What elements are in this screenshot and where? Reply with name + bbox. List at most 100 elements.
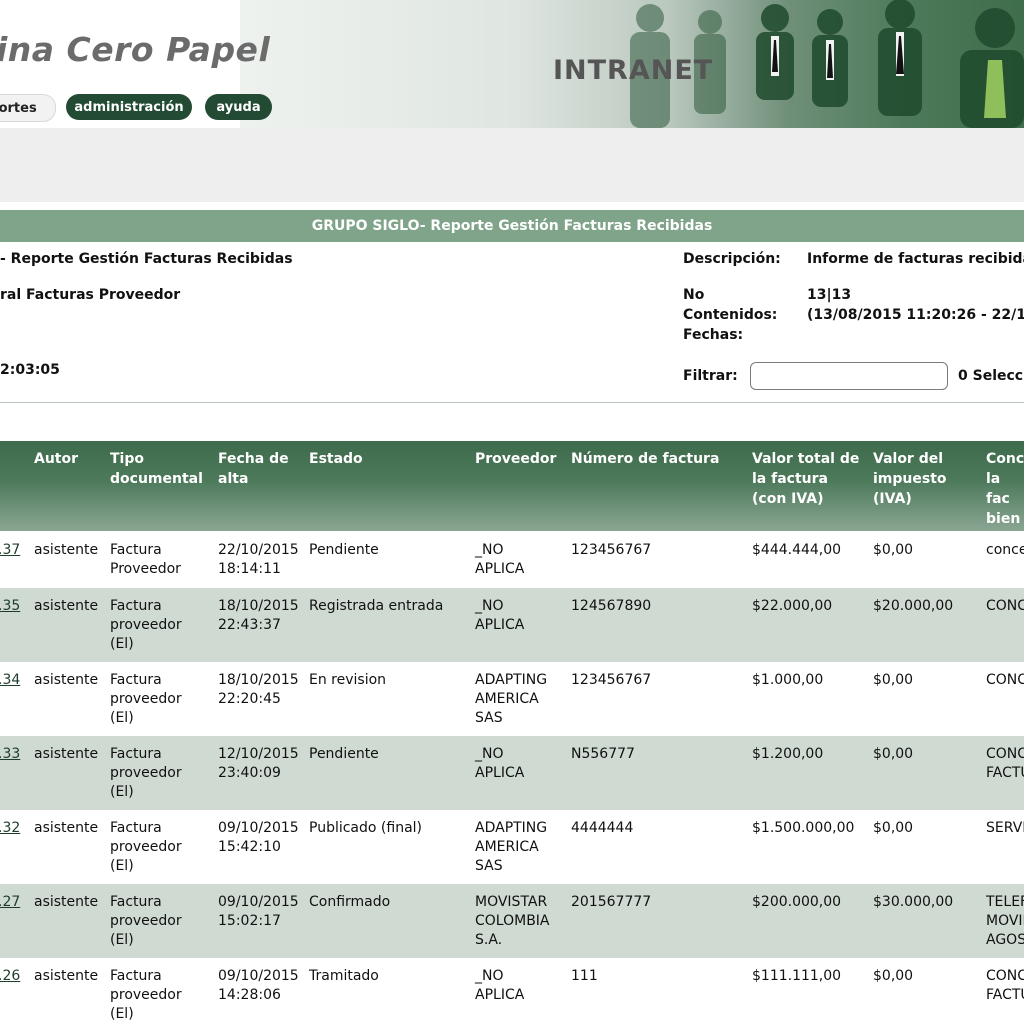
cell-estado: Tramitado	[309, 968, 379, 984]
cell-proveedor-line: S.A.	[475, 932, 503, 948]
table-row[interactable]: .34 asistente Factura proveedor (El) 18/10/20…	[0, 662, 1024, 736]
cell-valor-total: $1.000,00	[752, 672, 824, 688]
col-header-autor-text: Autor	[34, 451, 79, 467]
cell-fecha-line: 14:28:06	[218, 987, 281, 1003]
cell-concepto-line: CONC	[986, 968, 1024, 984]
cell-tipo-line: proveedor	[110, 617, 182, 633]
cell-proveedor-line: APLICA	[475, 987, 525, 1003]
cell-concepto-line: FACTU	[986, 765, 1024, 781]
cell-tipo-line: Factura	[110, 542, 162, 558]
cell-fecha-line: 09/10/2015	[218, 894, 299, 910]
header-spacer-bar	[0, 128, 1024, 202]
col-header-impuesto[interactable]: Valor del impuesto (IVA)	[873, 449, 947, 509]
col-header-autor[interactable]: Autor	[34, 449, 78, 469]
cell-concepto: CONC FACTU	[986, 967, 1024, 1005]
cell-concepto: CONC	[986, 597, 1024, 616]
col-header-tipo-line: Tipo	[110, 451, 144, 467]
cell-concepto: TELEF MOVIL AGOS	[986, 893, 1024, 950]
nav-administracion-button[interactable]: administración	[66, 94, 192, 120]
cell-estado: Registrada entrada	[309, 598, 444, 614]
cell-fecha-line: 18:14:11	[218, 561, 281, 577]
col-header-numero[interactable]: Número de factura	[571, 449, 719, 469]
table-row[interactable]: .27 asistente Factura proveedor (El) 09/10/20…	[0, 884, 1024, 958]
table-row[interactable]: .32 asistente Factura proveedor (El) 09/10/20…	[0, 810, 1024, 884]
nav-ayuda-button[interactable]: ayuda	[205, 94, 272, 120]
cell-concepto: SERVI	[986, 819, 1024, 838]
header-banner: ina Cero Papel INTRANET portes administr…	[0, 0, 1024, 128]
row-id-link[interactable]: .26	[0, 967, 20, 986]
cell-proveedor: _NO APLICA	[475, 967, 524, 1005]
col-header-tipo-line: documental	[110, 471, 203, 487]
cell-tipo-line: (El)	[110, 858, 134, 874]
row-id-link[interactable]: .32	[0, 819, 20, 838]
cell-proveedor-line: AMERICA	[475, 691, 539, 707]
cell-numero: 124567890	[571, 598, 652, 614]
cell-fecha: 12/10/2015 23:40:09	[218, 745, 299, 783]
cell-tipo-line: (El)	[110, 932, 134, 948]
cell-tipo-line: Factura	[110, 746, 162, 762]
row-id-link[interactable]: .35	[0, 597, 20, 616]
cell-valor-total: $1.500.000,00	[752, 820, 855, 836]
cell-fecha-line: 12/10/2015	[218, 746, 299, 762]
cell-numero: 4444444	[571, 820, 634, 836]
section-divider	[0, 402, 1024, 403]
cell-concepto: CONC	[986, 671, 1024, 690]
cell-tipo-line: proveedor	[110, 691, 182, 707]
col-header-tipo[interactable]: Tipo documental	[110, 449, 203, 489]
cell-impuesto: $30.000,00	[873, 894, 954, 910]
col-header-estado[interactable]: Estado	[309, 449, 363, 469]
cell-tipo: Factura proveedor (El)	[110, 893, 182, 950]
table-row[interactable]: .35 asistente Factura proveedor (El) 18/10/20…	[0, 588, 1024, 662]
cell-estado: Pendiente	[309, 746, 379, 762]
cell-estado: En revision	[309, 672, 387, 688]
cell-concepto-line: CONC	[986, 672, 1024, 688]
cell-proveedor-line: APLICA	[475, 617, 525, 633]
table-row[interactable]: .33 asistente Factura proveedor (El) 12/10/20…	[0, 736, 1024, 810]
cell-concepto-line: AGOS	[986, 932, 1024, 948]
cell-fecha-line: 22:20:45	[218, 691, 281, 707]
table-row[interactable]: .26 asistente Factura proveedor (El) 09/10/20…	[0, 958, 1024, 1024]
col-header-concepto-line: Conc	[986, 451, 1024, 467]
col-header-fecha[interactable]: Fecha de alta	[218, 449, 289, 489]
cell-estado: Pendiente	[309, 542, 379, 558]
cell-impuesto: $0,00	[873, 672, 914, 688]
cell-fecha-line: 15:02:17	[218, 913, 281, 929]
cell-numero: 123456767	[571, 672, 652, 688]
table-row[interactable]: .37 asistente Factura Proveedor 22/10/2015 18…	[0, 532, 1024, 588]
cell-concepto: conce	[986, 541, 1024, 560]
fechas-value: (13/08/2015 11:20:26 - 22/1	[807, 307, 1024, 323]
cell-concepto-line: conce	[986, 542, 1024, 558]
cell-fecha-line: 22/10/2015	[218, 542, 299, 558]
col-header-proveedor-text: Proveedor	[475, 451, 557, 467]
nav-reportes-button[interactable]: portes	[0, 94, 56, 122]
cell-tipo-line: (El)	[110, 784, 134, 800]
cell-tipo: Factura Proveedor	[110, 541, 181, 579]
row-id-link[interactable]: .33	[0, 745, 20, 764]
col-header-proveedor[interactable]: Proveedor	[475, 449, 556, 469]
cell-autor: asistente	[34, 672, 99, 688]
cell-fecha-line: 09/10/2015	[218, 820, 299, 836]
cell-valor-total: $444.444,00	[752, 542, 842, 558]
report-time: 2:03:05	[0, 362, 60, 378]
row-id-link[interactable]: .34	[0, 671, 20, 690]
row-id-link[interactable]: .37	[0, 541, 20, 560]
cell-numero: 123456767	[571, 542, 652, 558]
cell-fecha-line: 18/10/2015	[218, 598, 299, 614]
contenidos-label-line2: Contenidos:	[683, 307, 778, 323]
cell-proveedor: ADAPTING AMERICA SAS	[475, 671, 547, 728]
cell-tipo-line: Factura	[110, 820, 162, 836]
cell-proveedor: _NO APLICA	[475, 745, 524, 783]
cell-numero: 111	[571, 968, 598, 984]
cell-valor-total: $22.000,00	[752, 598, 833, 614]
cell-fecha-line: 09/10/2015	[218, 968, 299, 984]
cell-proveedor-line: _NO	[475, 746, 504, 762]
row-id-link[interactable]: .27	[0, 893, 20, 912]
col-header-valor-total[interactable]: Valor total de la factura (con IVA)	[752, 449, 859, 509]
cell-fecha: 09/10/2015 15:42:10	[218, 819, 299, 857]
cell-proveedor: _NO APLICA	[475, 541, 524, 579]
cell-proveedor-line: _NO	[475, 542, 504, 558]
cell-valor-total: $111.111,00	[752, 968, 842, 984]
cell-fecha: 18/10/2015 22:20:45	[218, 671, 299, 709]
col-header-impuesto-line: (IVA)	[873, 491, 912, 507]
filter-input[interactable]	[750, 362, 948, 390]
